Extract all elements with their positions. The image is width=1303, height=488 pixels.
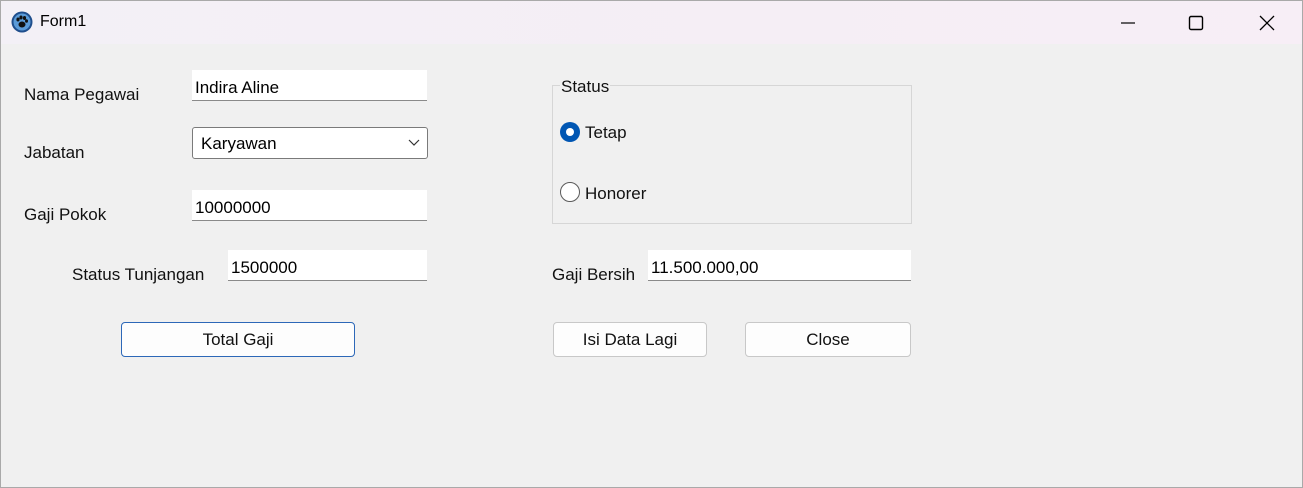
status-group-title: Status xyxy=(560,77,611,97)
nama-pegawai-label: Nama Pegawai xyxy=(24,85,140,104)
gaji-pokok-input[interactable] xyxy=(192,190,427,221)
close-icon xyxy=(1259,15,1275,31)
close-button[interactable]: Close xyxy=(745,322,911,357)
window-title: Form1 xyxy=(40,13,87,30)
status-tunjangan-input[interactable] xyxy=(228,250,427,281)
gaji-pokok-label: Gaji Pokok xyxy=(24,205,107,224)
tetap-radio[interactable] xyxy=(560,122,580,142)
total-gaji-button[interactable]: Total Gaji xyxy=(121,322,355,357)
honorer-radio[interactable] xyxy=(560,182,580,202)
paw-icon xyxy=(11,11,33,33)
chevron-down-icon xyxy=(408,139,420,146)
tetap-label[interactable]: Tetap xyxy=(585,123,627,143)
minimize-icon xyxy=(1121,22,1135,24)
gaji-bersih-output[interactable] xyxy=(648,250,911,281)
nama-pegawai-input[interactable] xyxy=(192,70,427,101)
minimize-button[interactable] xyxy=(1093,1,1163,44)
jabatan-select[interactable]: Karyawan xyxy=(192,127,428,159)
form-window: Form1 Nama Pegawai Jabatan Karyawan Gaji… xyxy=(0,0,1303,488)
isi-data-lagi-button[interactable]: Isi Data Lagi xyxy=(553,322,707,357)
close-window-button[interactable] xyxy=(1232,1,1302,44)
jabatan-label: Jabatan xyxy=(24,143,85,162)
jabatan-selected-value: Karyawan xyxy=(201,134,277,153)
maximize-icon xyxy=(1188,15,1204,31)
title-bar[interactable]: Form1 xyxy=(1,1,1302,44)
honorer-label[interactable]: Honorer xyxy=(585,184,646,204)
gaji-bersih-label: Gaji Bersih xyxy=(552,265,636,284)
maximize-button[interactable] xyxy=(1161,1,1231,44)
status-tunjangan-label: Status Tunjangan xyxy=(72,265,205,284)
